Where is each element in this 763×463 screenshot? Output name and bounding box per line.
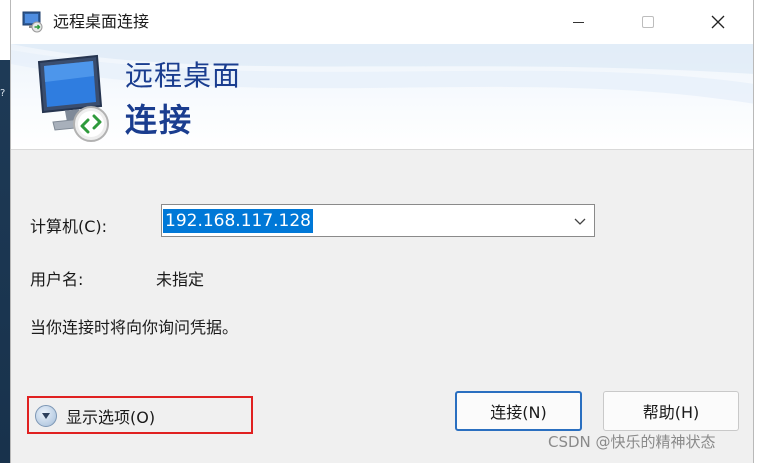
banner-decoration (11, 44, 753, 104)
remote-desktop-window: 远程桌面连接 远程桌面 连接 计算机(C): 192.168.117.128 用… (10, 0, 754, 463)
maximize-icon (642, 16, 654, 28)
help-button[interactable]: 帮助(H) (603, 391, 739, 431)
credentials-prompt: 当你连接时将向你询问凭据。 (30, 318, 239, 337)
monitor-icon (37, 54, 109, 142)
banner-title-line2: 连接 (125, 101, 194, 139)
minimize-button[interactable] (555, 0, 601, 44)
desktop-background-left: ? (0, 0, 10, 463)
header-banner: 远程桌面 连接 (11, 44, 753, 150)
show-options-label[interactable]: 显示选项(O) (66, 404, 155, 428)
computer-input[interactable]: 192.168.117.128 (163, 209, 314, 233)
expand-options-icon[interactable] (35, 405, 57, 427)
desktop-background-right (754, 0, 763, 463)
watermark-text: CSDN @快乐的精神状态 (548, 433, 716, 451)
computer-label: 计算机(C): (30, 217, 108, 236)
dropdown-arrow-icon[interactable] (574, 215, 586, 227)
close-icon (711, 15, 725, 29)
username-value: 未指定 (156, 270, 205, 289)
close-button[interactable] (695, 0, 741, 44)
username-label: 用户名: (30, 270, 84, 289)
connect-button[interactable]: 连接(N) (455, 391, 582, 431)
maximize-button[interactable] (625, 0, 671, 44)
computer-combobox[interactable]: 192.168.117.128 (161, 204, 595, 237)
banner-title-line1: 远程桌面 (125, 59, 242, 92)
window-title: 远程桌面连接 (53, 12, 150, 31)
remote-desktop-icon (22, 11, 43, 33)
show-options-button[interactable]: 显示选项(O) (35, 404, 155, 428)
minimize-icon (572, 21, 584, 23)
show-options-highlight: 显示选项(O) (27, 396, 253, 434)
desktop-fragment: ? (0, 88, 6, 99)
title-bar[interactable]: 远程桌面连接 (11, 0, 753, 44)
